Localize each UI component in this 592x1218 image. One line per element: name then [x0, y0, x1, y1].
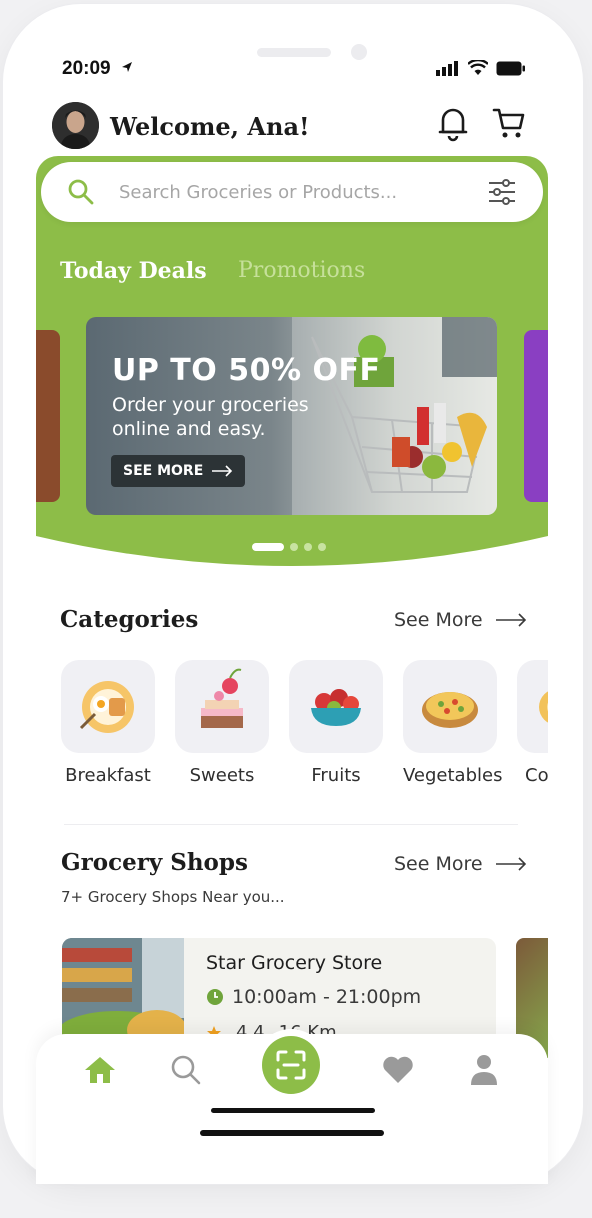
status-time: 20:09 — [62, 58, 134, 80]
shop-hours: 10:00am - 21:00pm — [206, 986, 421, 1008]
shops-see-more-link[interactable]: See More — [394, 853, 527, 875]
home-indicator — [211, 1108, 375, 1113]
carousel-dot[interactable] — [318, 543, 326, 551]
bell-icon[interactable] — [436, 104, 470, 142]
nav-profile[interactable] — [466, 1052, 502, 1088]
arrow-right-icon — [495, 613, 526, 627]
scan-button[interactable] — [262, 1036, 320, 1094]
home-icon — [85, 1057, 115, 1083]
category-label: Vegetables — [403, 765, 503, 786]
promo-banner[interactable]: UP TO 50% OFF Order your groceries onlin… — [86, 317, 497, 515]
categories-see-more-label: See More — [394, 609, 483, 631]
category-sweets[interactable]: Sweets — [175, 660, 269, 786]
search-icon — [171, 1055, 201, 1085]
signal-icon — [436, 61, 458, 76]
categories-title: Categories — [60, 606, 199, 633]
tab-today-deals[interactable]: Today Deals — [60, 258, 207, 284]
category-partial[interactable]: Co — [517, 660, 548, 786]
category-label: Sweets — [189, 765, 255, 786]
see-more-button[interactable]: SEE MORE — [111, 455, 246, 487]
categories-see-more-link[interactable]: See More — [394, 609, 527, 631]
user-icon — [471, 1055, 497, 1085]
cart-icon[interactable] — [492, 106, 526, 140]
front-camera — [351, 44, 367, 60]
nav-search[interactable] — [168, 1052, 204, 1088]
vegetable-dish-icon — [403, 660, 497, 753]
status-time-text: 20:09 — [62, 58, 111, 79]
scan-icon — [276, 1050, 306, 1080]
home-indicator-shadow — [200, 1130, 384, 1136]
filter-sliders-icon[interactable] — [487, 177, 517, 207]
battery-icon — [496, 61, 525, 75]
status-icons — [436, 60, 526, 76]
speaker-grille — [257, 48, 331, 57]
category-label: Co — [525, 765, 548, 786]
fruit-bowl-icon — [289, 660, 383, 753]
category-breakfast[interactable]: Breakfast — [61, 660, 155, 786]
carousel-dot[interactable] — [304, 543, 312, 551]
shop-name: Star Grocery Store — [206, 952, 383, 974]
shops-see-more-label: See More — [394, 853, 483, 875]
breakfast-plate-icon — [61, 660, 155, 753]
location-arrow-icon — [121, 62, 132, 72]
section-divider — [64, 824, 518, 825]
header: Welcome, Ana! — [52, 102, 526, 150]
partial-category-icon — [517, 660, 548, 753]
welcome-text: Welcome, Ana! — [110, 112, 310, 141]
banner-next-peek[interactable] — [524, 330, 548, 502]
shop-hours-text: 10:00am - 21:00pm — [232, 986, 422, 1008]
carousel-indicator — [252, 543, 326, 551]
arrow-right-icon — [212, 465, 233, 477]
nav-home[interactable] — [82, 1052, 118, 1088]
nav-favorites[interactable] — [380, 1052, 416, 1088]
clock-icon — [207, 989, 223, 1005]
see-more-button-label: SEE MORE — [123, 463, 204, 479]
category-label: Breakfast — [65, 765, 151, 786]
search-bar[interactable] — [41, 162, 543, 222]
cake-icon — [175, 660, 269, 753]
search-input[interactable] — [119, 176, 419, 208]
category-fruits[interactable]: Fruits — [289, 660, 383, 786]
tab-promotions[interactable]: Promotions — [238, 258, 365, 283]
heart-icon — [383, 1056, 413, 1083]
banner-subtitle: Order your groceries online and easy. — [112, 394, 309, 440]
search-icon — [68, 179, 94, 205]
banner-prev-peek[interactable] — [36, 330, 60, 502]
banner-title: UP TO 50% OFF — [112, 353, 381, 388]
wifi-icon — [468, 60, 488, 75]
avatar[interactable] — [52, 102, 99, 149]
category-vegetables[interactable]: Vegetables — [403, 660, 503, 786]
arrow-right-icon — [495, 857, 526, 871]
carousel-dot[interactable] — [290, 543, 298, 551]
carousel-dot-active[interactable] — [252, 543, 284, 551]
grocery-shops-title: Grocery Shops — [61, 849, 248, 876]
shops-subtitle: 7+ Grocery Shops Near you... — [61, 888, 285, 906]
category-label: Fruits — [311, 765, 361, 786]
avatar-portrait-icon — [52, 102, 99, 149]
